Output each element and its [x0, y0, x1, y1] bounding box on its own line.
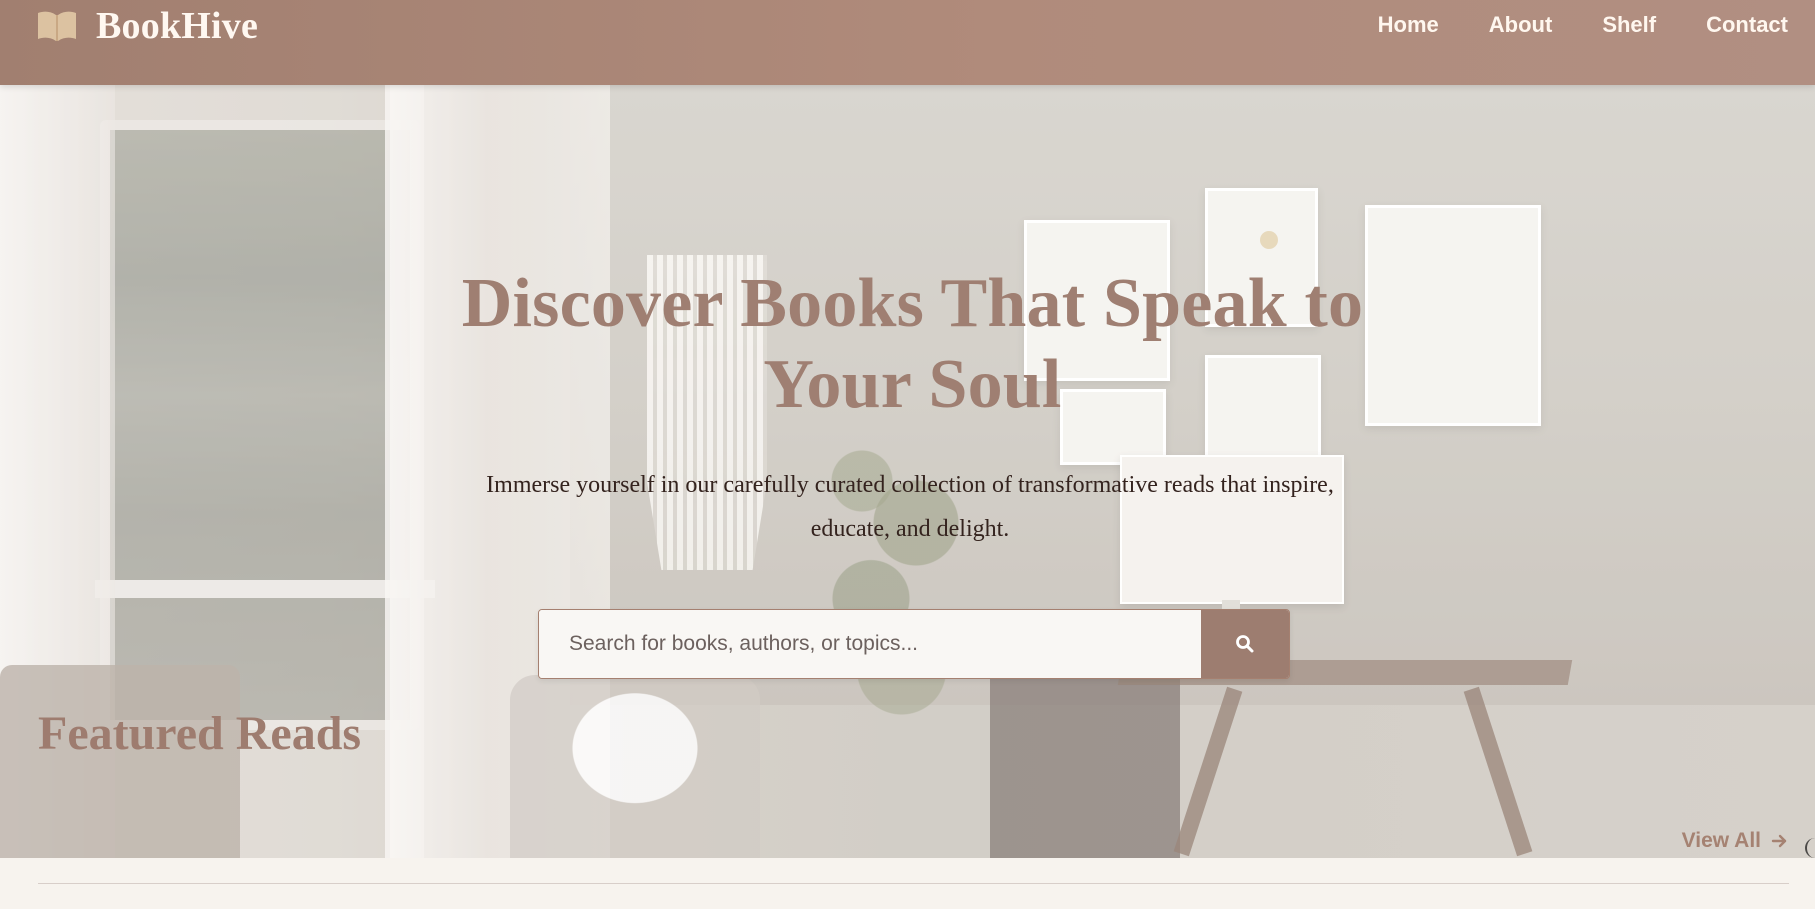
search-form [538, 609, 1290, 679]
nav-shelf-link[interactable]: Shelf [1577, 9, 1681, 41]
nav-contact-link[interactable]: Contact [1681, 9, 1788, 41]
featured-divider [38, 883, 1789, 884]
search-input[interactable] [539, 610, 1201, 678]
search-button[interactable] [1201, 610, 1289, 678]
site-header: BookHive Home About Shelf Contact [0, 0, 1815, 85]
hero-subtitle: Immerse yourself in our carefully curate… [486, 472, 1334, 542]
main-navigation: Home About Shelf Contact [1353, 9, 1788, 41]
nav-home-link[interactable]: Home [1353, 9, 1464, 41]
brand-name: BookHive [96, 5, 259, 47]
search-icon [1236, 635, 1254, 653]
view-all-label: View All [1681, 829, 1761, 852]
book-icon [38, 11, 76, 42]
brand-logo[interactable]: BookHive [36, 4, 258, 48]
hero-title: Discover Books That Speak to Your Soul [461, 265, 1364, 423]
nav-about-link[interactable]: About [1464, 9, 1578, 41]
page: BookHive Home About Shelf Contact Discov… [0, 0, 1815, 909]
arrow-right-icon [1771, 834, 1787, 848]
view-all-link[interactable]: View All [1682, 829, 1789, 853]
featured-reads-heading: Featured Reads [38, 707, 362, 760]
